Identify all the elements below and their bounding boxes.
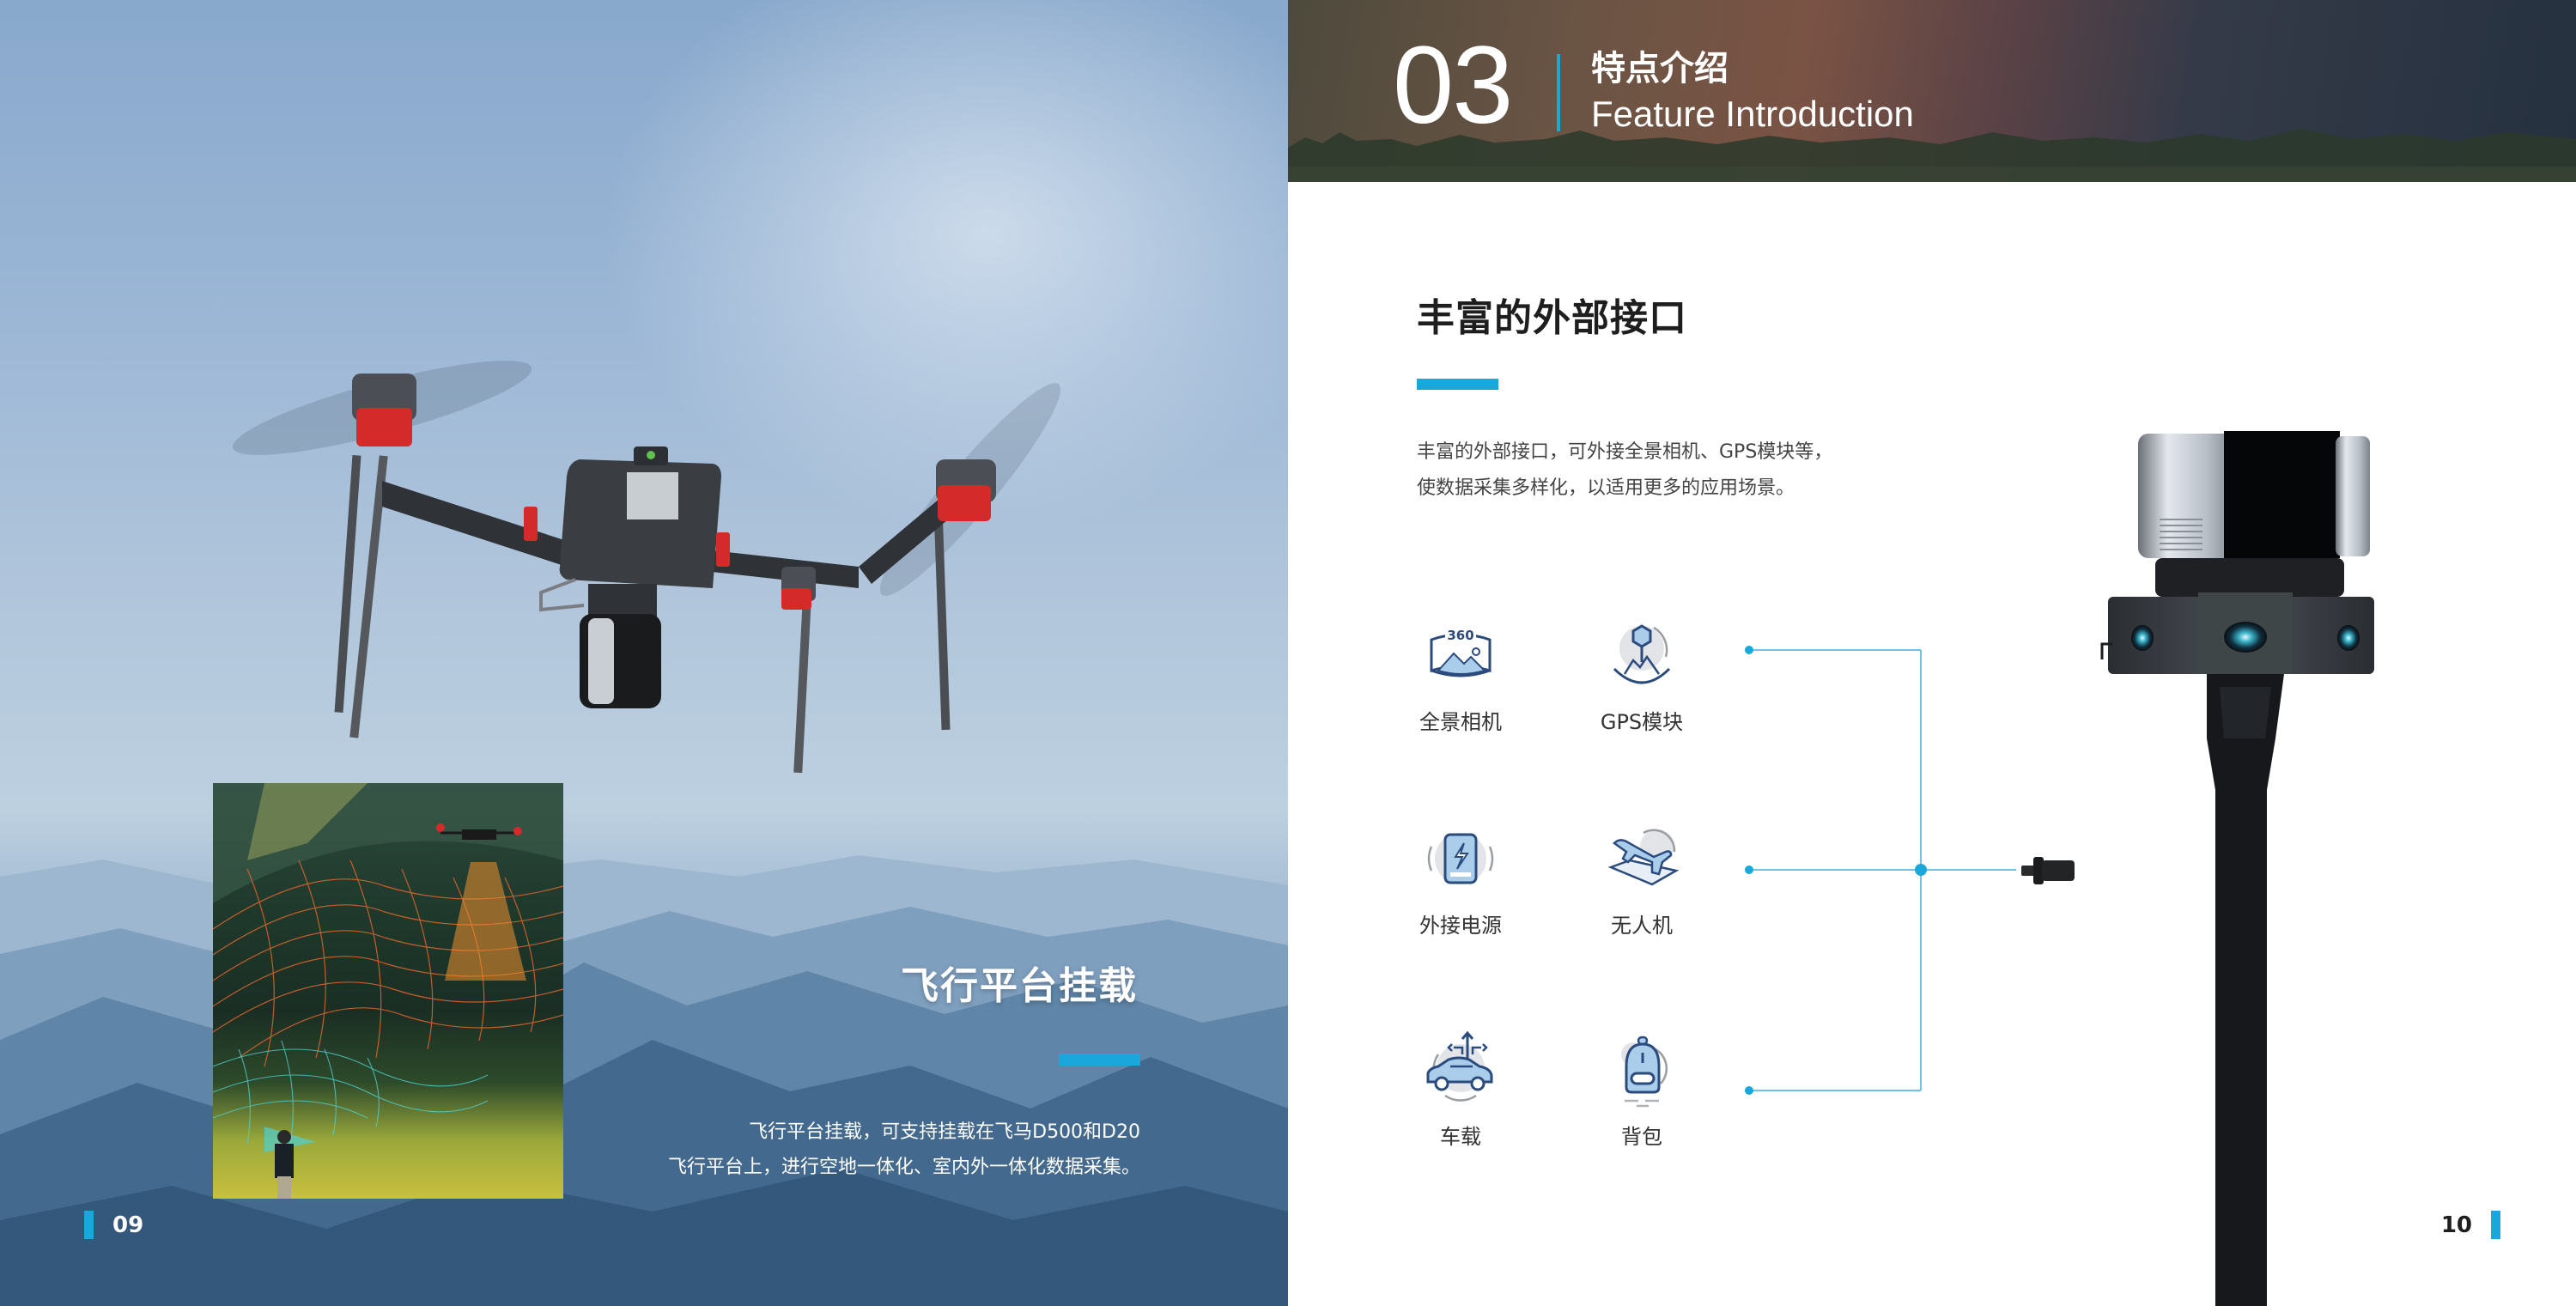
left-page-description: 飞行平台挂载，可支持挂载在飞马D500和D20 飞行平台上，进行空地一体化、室内… (539, 1115, 1140, 1185)
page-number-bar (2491, 1211, 2500, 1239)
connector-junction (1915, 864, 1927, 876)
page-number-text: 09 (112, 1212, 144, 1238)
page-number-text: 10 (2440, 1212, 2472, 1238)
scan-mesh-illustration (213, 783, 563, 1199)
left-page: 飞行平台挂载 飞行平台挂载，可支持挂载在飞马D500和D20 飞行平台上，进行空… (0, 0, 1288, 1306)
left-title-accent-bar (1059, 1054, 1140, 1066)
handheld-scanner-image (2100, 431, 2374, 1306)
left-description-line: 飞行平台挂载，可支持挂载在飞马D500和D20 (749, 1121, 1140, 1143)
left-page-title: 飞行平台挂载 (901, 964, 1138, 1008)
connector-node (1745, 1086, 1753, 1095)
page-number-bar (84, 1211, 94, 1239)
right-page-number: 10 (2441, 1211, 2500, 1239)
connector-node (1745, 646, 1753, 654)
connector-node (1745, 866, 1753, 874)
cable-connector-icon (2021, 857, 2075, 884)
drone-image (232, 361, 1061, 774)
left-page-number: 09 (84, 1211, 143, 1239)
mountain-background (0, 851, 1288, 1306)
scanning-inset-image (213, 783, 563, 1199)
left-description-line: 飞行平台上，进行空地一体化、室内外一体化数据采集。 (667, 1157, 1140, 1178)
